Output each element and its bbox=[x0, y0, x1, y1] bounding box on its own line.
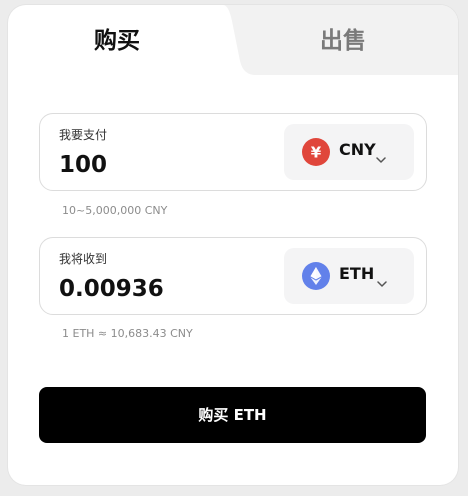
pay-currency-select[interactable]: ¥ CNY bbox=[284, 124, 414, 180]
cny-symbol: ¥ bbox=[311, 144, 322, 162]
tab-sell[interactable]: 出售 bbox=[233, 5, 458, 75]
receive-amount-input[interactable] bbox=[59, 274, 279, 304]
pay-amount-input[interactable] bbox=[59, 150, 279, 180]
tab-buy[interactable]: 购买 bbox=[8, 5, 233, 75]
receive-field: 我将收到 ETH bbox=[39, 237, 427, 315]
trade-tabs: 购买 出售 bbox=[8, 5, 458, 75]
pay-field: 我要支付 ¥ CNY bbox=[39, 113, 427, 191]
pay-label: 我要支付 bbox=[59, 128, 108, 142]
yuan-coin-icon: ¥ bbox=[302, 138, 330, 166]
receive-currency-select[interactable]: ETH bbox=[284, 248, 414, 304]
ethereum-icon bbox=[302, 262, 330, 290]
chevron-down-icon bbox=[377, 272, 387, 291]
tab-buy-label: 购买 bbox=[94, 28, 140, 54]
exchange-rate-hint: 1 ETH ≈ 10,683.43 CNY bbox=[62, 327, 193, 340]
tab-sell-label: 出售 bbox=[320, 28, 366, 54]
pay-currency-code: CNY bbox=[339, 140, 376, 159]
trade-card: 购买 出售 我要支付 ¥ CNY 10~5,000,000 CNY 我将收到 bbox=[8, 5, 458, 485]
buy-eth-button[interactable]: 购买 ETH bbox=[39, 387, 426, 443]
chevron-down-icon bbox=[376, 148, 386, 167]
receive-label: 我将收到 bbox=[59, 252, 108, 266]
pay-range-hint: 10~5,000,000 CNY bbox=[62, 204, 168, 217]
receive-currency-code: ETH bbox=[339, 264, 375, 283]
